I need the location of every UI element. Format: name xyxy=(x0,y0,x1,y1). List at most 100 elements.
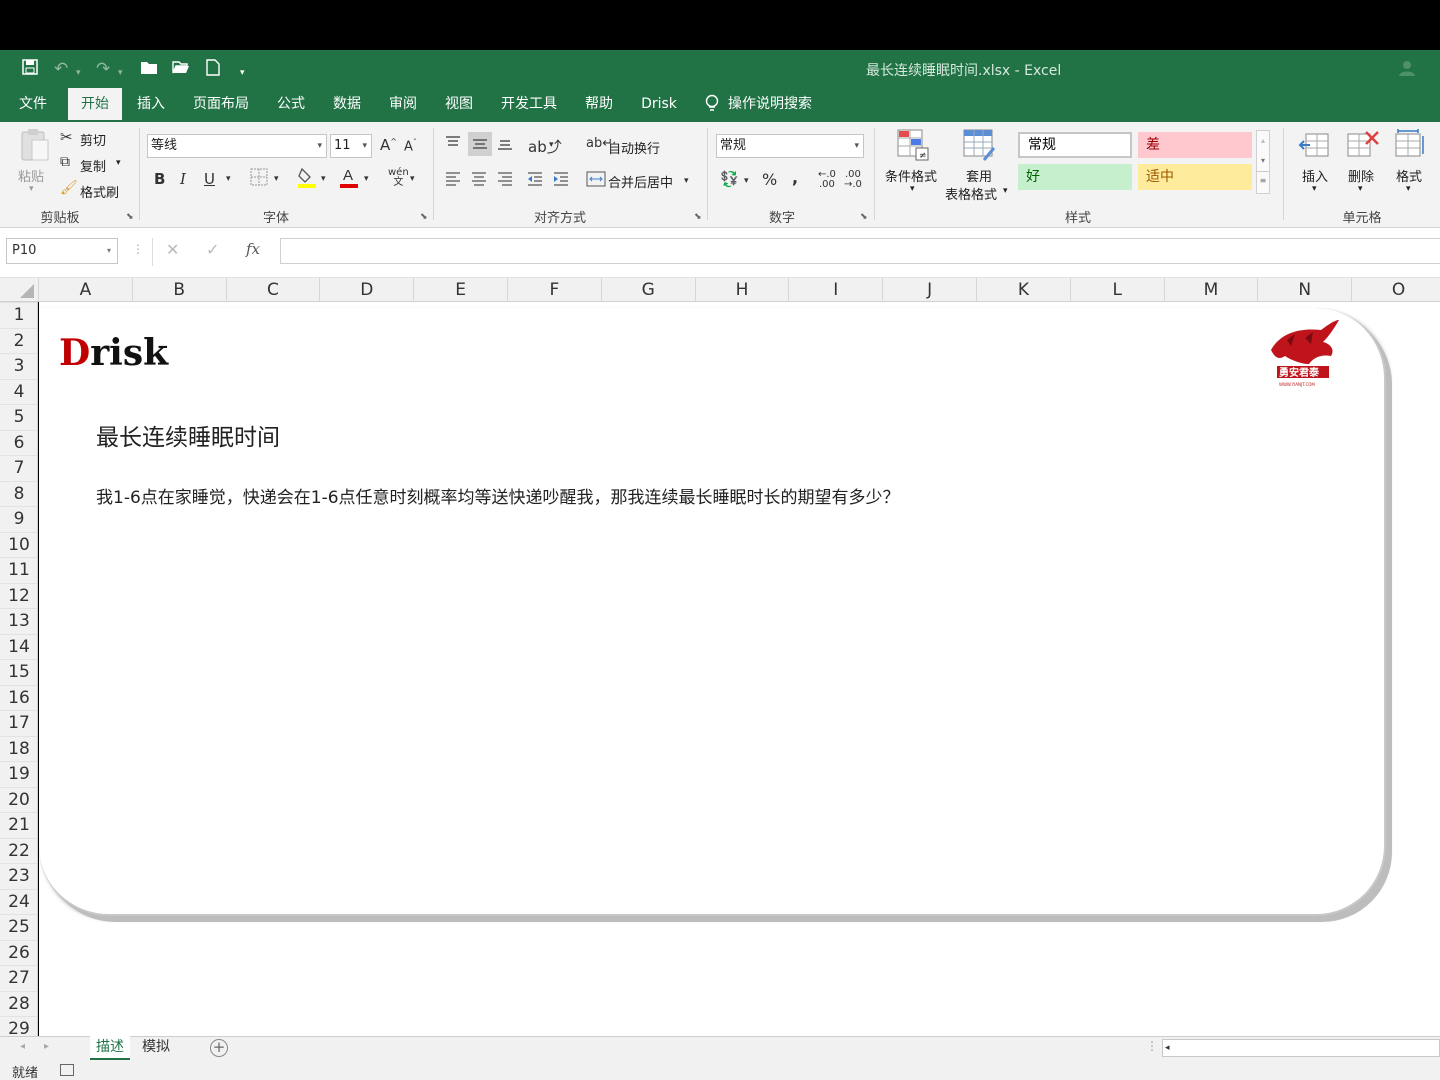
accounting-dropdown-icon[interactable]: ▾ xyxy=(744,176,749,186)
row-header[interactable]: 5 xyxy=(0,404,37,430)
row-header[interactable]: 1 xyxy=(0,302,37,328)
undo-icon[interactable]: ↶ xyxy=(54,59,68,79)
align-right-icon[interactable] xyxy=(496,170,514,192)
sheet-tab-simulation[interactable]: 模拟 xyxy=(136,1036,176,1060)
percent-icon[interactable]: % xyxy=(762,170,777,189)
column-header[interactable]: C xyxy=(225,278,320,302)
alignment-launcher-icon[interactable]: ⬊ xyxy=(694,212,702,222)
row-header[interactable]: 6 xyxy=(0,429,37,456)
tab-review[interactable]: 审阅 xyxy=(380,88,426,122)
redo-dropdown-icon[interactable]: ▾ xyxy=(118,63,123,83)
orientation-icon[interactable]: ab⤴ xyxy=(528,136,562,157)
wrap-text-button[interactable]: 自动换行 xyxy=(608,138,660,157)
format-cells-button[interactable]: 格式 xyxy=(1396,166,1422,185)
row-header[interactable]: 4 xyxy=(0,378,37,405)
row-header[interactable]: 16 xyxy=(0,684,37,711)
clipboard-launcher-icon[interactable]: ⬊ xyxy=(126,212,134,222)
row-header[interactable]: 13 xyxy=(0,608,37,634)
cell-style-neutral[interactable]: 适中 xyxy=(1138,164,1252,190)
scroll-down-icon[interactable]: ▾ xyxy=(1257,151,1269,171)
row-header[interactable]: 18 xyxy=(0,735,37,762)
row-header[interactable]: 29 xyxy=(0,1016,37,1036)
tab-home[interactable]: 开始 xyxy=(68,88,122,122)
tab-file[interactable]: 文件 xyxy=(8,88,58,122)
format-as-table-line2[interactable]: 表格格式 xyxy=(945,184,997,203)
row-header[interactable]: 24 xyxy=(0,888,37,915)
row-header[interactable]: 27 xyxy=(0,965,37,991)
decrease-indent-icon[interactable] xyxy=(526,170,544,192)
underline-dropdown-icon[interactable]: ▾ xyxy=(226,174,231,184)
tell-me-search[interactable]: 操作说明搜索 xyxy=(728,88,828,122)
row-header[interactable]: 19 xyxy=(0,761,37,787)
formula-input[interactable] xyxy=(280,238,1440,264)
row-header[interactable]: 11 xyxy=(0,557,37,583)
row-header[interactable]: 14 xyxy=(0,633,37,660)
prev-sheet-icon[interactable]: ◂ xyxy=(20,1041,25,1052)
cell-style-bad[interactable]: 差 xyxy=(1138,132,1252,158)
font-name-combo[interactable]: 等线 ▾ xyxy=(147,134,327,158)
row-header[interactable]: 10 xyxy=(0,531,37,558)
column-header[interactable]: B xyxy=(131,278,226,302)
row-header[interactable]: 28 xyxy=(0,990,37,1017)
column-header[interactable]: M xyxy=(1163,278,1258,302)
fill-color-dropdown-icon[interactable]: ▾ xyxy=(321,174,326,184)
row-header[interactable]: 3 xyxy=(0,353,37,379)
align-top-icon[interactable] xyxy=(444,134,462,156)
accounting-format-icon[interactable]: 💱 xyxy=(720,170,739,188)
cancel-icon[interactable]: ✕ xyxy=(166,240,179,259)
font-color-icon[interactable]: A xyxy=(340,166,358,192)
tab-view[interactable]: 视图 xyxy=(436,88,482,122)
column-header[interactable]: H xyxy=(694,278,789,302)
column-header[interactable]: L xyxy=(1069,278,1164,302)
decrease-decimal-icon[interactable]: .00 →.0 xyxy=(844,170,862,190)
column-header[interactable]: O xyxy=(1351,278,1440,302)
conditional-format-dropdown-icon[interactable]: ▾ xyxy=(910,184,915,194)
row-header[interactable]: 23 xyxy=(0,863,37,889)
sheet-tab-description[interactable]: 描述 xyxy=(90,1036,130,1060)
cell-style-good[interactable]: 好 xyxy=(1018,164,1132,190)
undo-dropdown-icon[interactable]: ▾ xyxy=(76,63,81,83)
open-folder-icon[interactable] xyxy=(172,59,190,80)
tab-developer[interactable]: 开发工具 xyxy=(494,88,564,122)
styles-gallery-scroller[interactable]: ▴ ▾ ≡ xyxy=(1256,130,1270,194)
next-sheet-icon[interactable]: ▸ xyxy=(44,1041,49,1052)
cut-button[interactable]: 剪切 xyxy=(80,130,106,149)
cell-style-normal[interactable]: 常规 xyxy=(1018,132,1132,158)
copy-button[interactable]: 复制 xyxy=(80,156,106,175)
increase-font-size-icon[interactable]: A^ xyxy=(380,136,397,154)
align-center-icon[interactable] xyxy=(470,170,488,192)
font-size-combo[interactable]: 11 ▾ xyxy=(330,134,372,158)
select-all-corner[interactable] xyxy=(0,278,38,302)
paste-icon[interactable] xyxy=(14,128,54,166)
row-header[interactable]: 21 xyxy=(0,812,37,838)
insert-function-icon[interactable]: fx xyxy=(246,240,260,258)
font-launcher-icon[interactable]: ⬊ xyxy=(420,212,428,222)
format-painter-button[interactable]: 格式刷 xyxy=(80,182,119,201)
tab-data[interactable]: 数据 xyxy=(324,88,370,122)
horizontal-scrollbar[interactable]: ◂ xyxy=(1162,1039,1440,1057)
align-middle-icon[interactable] xyxy=(468,132,492,156)
row-header[interactable]: 7 xyxy=(0,455,37,481)
account-icon[interactable] xyxy=(1398,59,1416,82)
column-header[interactable]: I xyxy=(788,278,882,302)
format-dropdown-icon[interactable]: ▾ xyxy=(1406,184,1411,194)
row-header[interactable]: 8 xyxy=(0,480,37,507)
row-header[interactable]: 25 xyxy=(0,914,37,940)
delete-dropdown-icon[interactable]: ▾ xyxy=(1358,184,1363,194)
scroll-up-icon[interactable]: ▴ xyxy=(1257,131,1269,151)
row-header[interactable]: 26 xyxy=(0,939,37,966)
increase-indent-icon[interactable] xyxy=(552,170,570,192)
tab-insert[interactable]: 插入 xyxy=(128,88,174,122)
name-box[interactable]: P10 ▾ xyxy=(6,238,118,264)
comma-style-icon[interactable]: , xyxy=(792,168,798,187)
row-header[interactable]: 15 xyxy=(0,659,37,685)
row-header[interactable]: 20 xyxy=(0,786,37,813)
fill-color-icon[interactable] xyxy=(298,166,316,192)
column-header[interactable]: D xyxy=(319,278,413,302)
column-header[interactable]: J xyxy=(882,278,976,302)
align-left-icon[interactable] xyxy=(444,170,462,192)
customize-qat-icon[interactable]: ▾ xyxy=(240,63,245,83)
row-header[interactable]: 12 xyxy=(0,582,37,609)
phonetic-dropdown-icon[interactable]: ▾ xyxy=(410,174,415,184)
save-icon[interactable] xyxy=(22,59,38,80)
